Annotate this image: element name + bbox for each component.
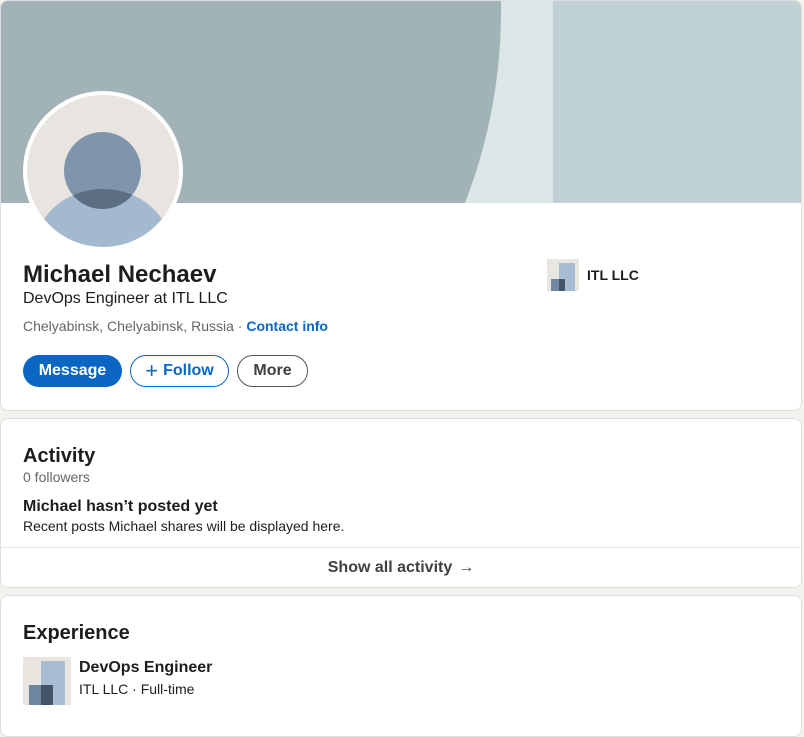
show-all-activity-label: Show all activity	[327, 559, 453, 576]
profile-card: Michael Nechaev DevOps Engineer at ITL L…	[0, 0, 802, 411]
show-all-activity-button[interactable]: Show all activity →	[1, 548, 801, 587]
profile-location: Chelyabinsk, Chelyabinsk, Russia	[23, 318, 234, 334]
contact-info-link[interactable]: Contact info	[246, 318, 328, 334]
arrow-right-icon: →	[458, 559, 475, 576]
plus-icon: +	[145, 358, 159, 383]
location-line: Chelyabinsk, Chelyabinsk, Russia · Conta…	[23, 318, 328, 334]
current-company-name: ITL LLC	[587, 267, 639, 283]
profile-name: Michael Nechaev	[23, 261, 217, 288]
activity-card: Activity 0 followers Michael hasn’t post…	[0, 418, 802, 588]
current-company-link[interactable]: ITL LLC	[547, 259, 639, 291]
follow-label: Follow	[163, 362, 214, 379]
follow-button[interactable]: + Follow	[130, 355, 229, 387]
experience-card: Experience DevOps Engineer ITL LLC · Ful…	[0, 595, 802, 737]
separator-dot: ·	[233, 318, 247, 334]
no-posts-subtitle: Recent posts Michael shares will be disp…	[23, 518, 345, 534]
activity-title: Activity	[23, 445, 96, 467]
experience-role: DevOps Engineer	[79, 659, 213, 676]
profile-headline: DevOps Engineer at ITL LLC	[23, 290, 228, 307]
experience-company-line: ITL LLC · Full-time	[79, 681, 195, 697]
experience-title: Experience	[23, 622, 130, 644]
no-posts-title: Michael hasn’t posted yet	[23, 498, 218, 515]
followers-count[interactable]: 0 followers	[23, 469, 90, 485]
more-button[interactable]: More	[237, 355, 308, 387]
experience-item: DevOps Engineer ITL LLC · Full-time	[23, 657, 212, 705]
company-logo-icon[interactable]	[23, 657, 71, 705]
profile-avatar[interactable]	[23, 91, 183, 251]
message-button[interactable]: Message	[23, 355, 122, 387]
company-logo-icon	[547, 259, 579, 291]
